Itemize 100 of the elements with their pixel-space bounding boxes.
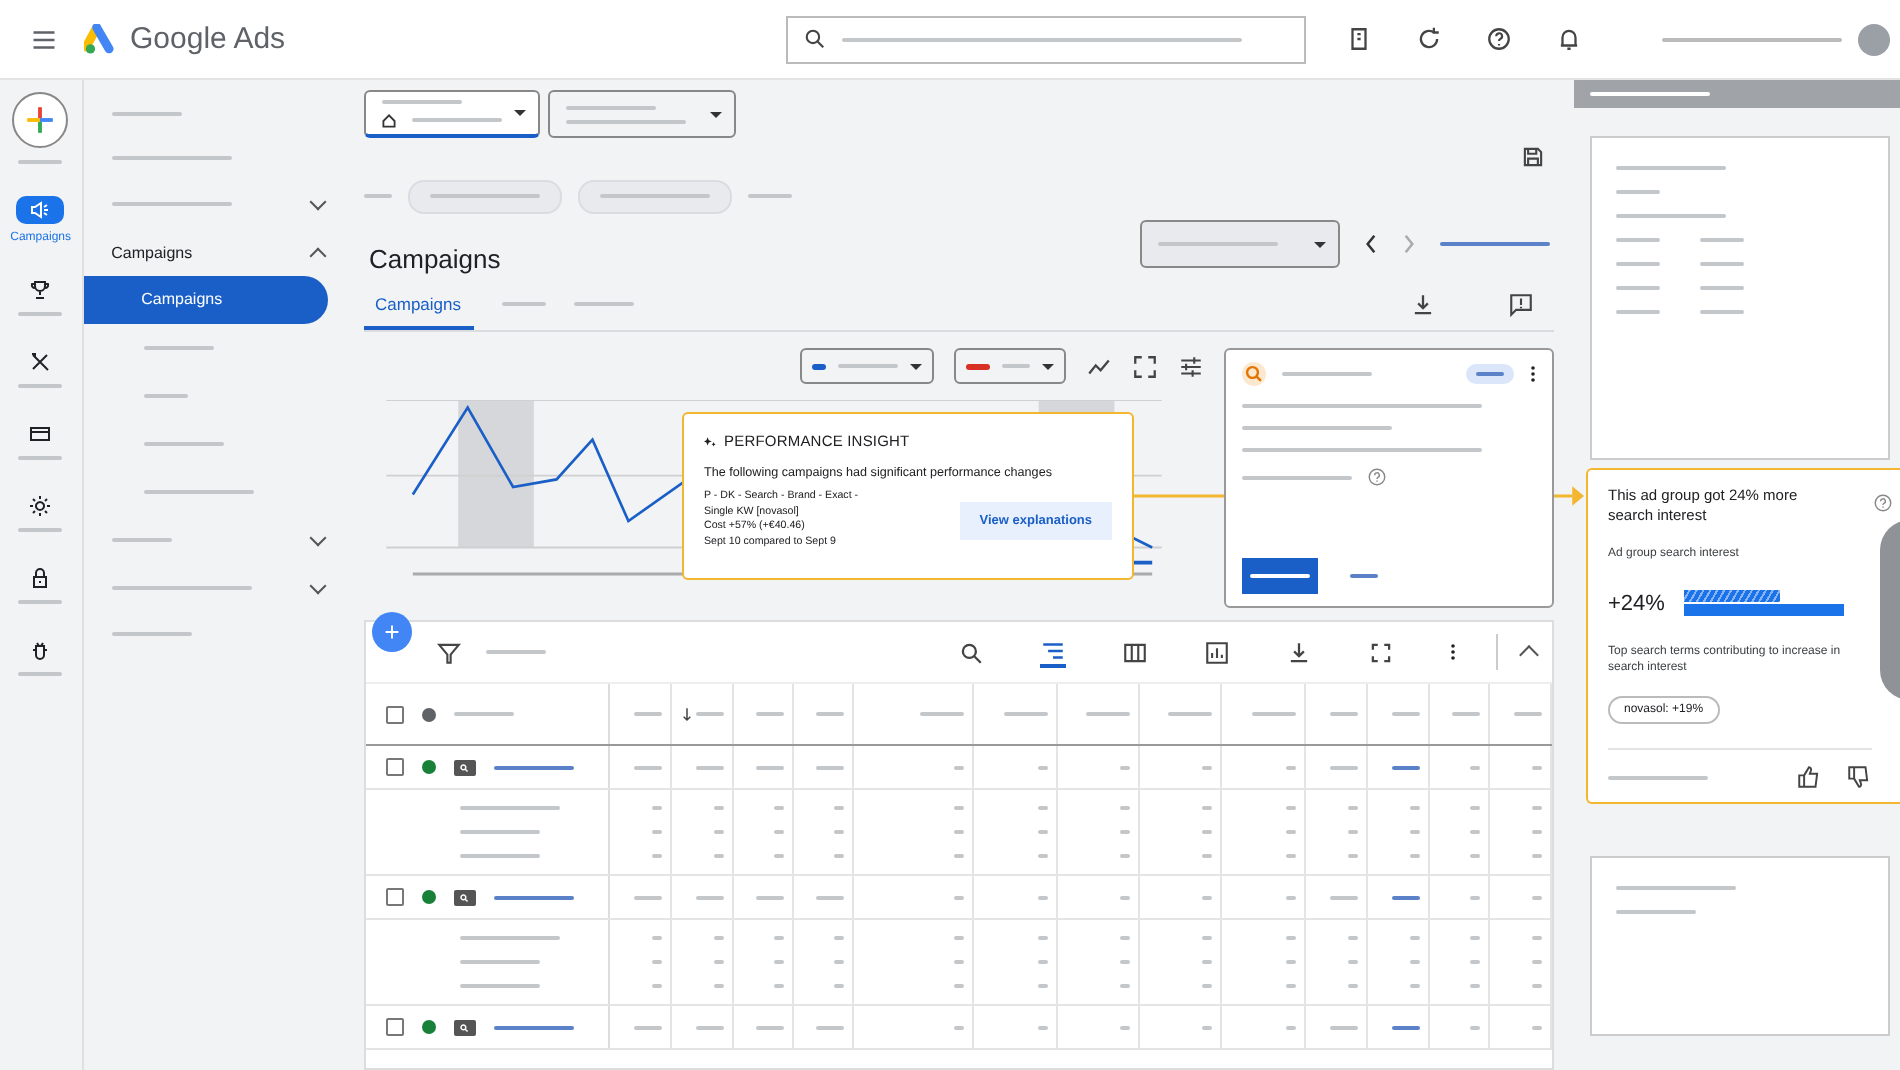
sort-arrow-icon[interactable]	[681, 707, 691, 721]
placeholder-line	[18, 600, 63, 604]
page-title: Campaigns	[369, 244, 503, 274]
placeholder-line	[1469, 895, 1479, 899]
placeholder-line	[815, 895, 843, 899]
placeholder-line	[1241, 475, 1351, 479]
placeholder-line	[815, 1025, 843, 1029]
more-icon[interactable]	[1529, 364, 1535, 384]
placeholder-line	[1251, 712, 1295, 716]
placeholder-line	[1349, 574, 1377, 578]
apply-button[interactable]	[1241, 558, 1317, 594]
status-pill	[1465, 364, 1513, 384]
placeholder-line	[1037, 765, 1047, 769]
placeholder-line	[18, 384, 63, 388]
placeholder-line	[1439, 242, 1549, 246]
building-icon[interactable]	[1345, 26, 1372, 52]
placeholder-line	[18, 456, 63, 460]
nav-item[interactable]: Campaigns	[83, 276, 328, 324]
placeholder-line	[111, 586, 252, 590]
placeholder-line	[1531, 895, 1541, 899]
date-range-dropdown[interactable]	[1139, 220, 1339, 268]
placeholder-line	[1451, 712, 1479, 716]
placeholder-line	[755, 765, 783, 769]
thumbs-up-icon[interactable]	[1796, 764, 1822, 790]
metric-value: +24%	[1608, 591, 1665, 615]
nav-group-label[interactable]: Campaigns	[111, 243, 193, 261]
save-icon[interactable]	[1519, 144, 1545, 170]
placeholder-line	[18, 312, 63, 316]
placeholder-line	[1329, 712, 1357, 716]
menu-icon[interactable]	[32, 29, 56, 49]
placeholder-line	[363, 194, 391, 198]
placeholder-line	[1119, 1025, 1129, 1029]
placeholder-line	[18, 672, 63, 676]
report-icon[interactable]	[1203, 639, 1229, 665]
placeholder-line	[1391, 712, 1419, 716]
placeholder-line	[953, 1025, 963, 1029]
placeholder-line	[111, 156, 232, 160]
more-icon[interactable]	[1449, 642, 1455, 662]
placeholder-line	[493, 895, 573, 899]
placeholder-line	[1469, 765, 1479, 769]
placeholder-line	[1285, 1025, 1295, 1029]
search-icon	[1241, 362, 1265, 386]
placeholder-line	[111, 202, 232, 206]
placeholder-line	[1531, 765, 1541, 769]
plus-icon	[24, 104, 57, 136]
filter-icon[interactable]	[435, 639, 461, 665]
search-field[interactable]	[785, 15, 1306, 63]
columns-icon[interactable]	[1121, 639, 1147, 665]
expand-icon[interactable]	[1367, 639, 1393, 665]
placeholder-line	[1329, 895, 1357, 899]
placeholder-line	[919, 712, 963, 716]
placeholder-line	[143, 346, 214, 350]
placeholder-line	[143, 394, 188, 398]
checkbox[interactable]	[385, 705, 403, 723]
refresh-icon[interactable]	[1415, 26, 1442, 52]
feedback-icon[interactable]	[1507, 291, 1533, 317]
checkbox[interactable]	[385, 888, 403, 906]
avatar-icon[interactable]	[1857, 23, 1890, 55]
placeholder-line	[633, 1025, 661, 1029]
create-button[interactable]	[12, 92, 69, 148]
placeholder-line	[485, 650, 545, 654]
placeholder-line	[695, 895, 723, 899]
search-icon[interactable]	[957, 639, 983, 665]
checkbox[interactable]	[385, 1018, 403, 1036]
help-icon[interactable]	[1485, 26, 1512, 52]
campaigns-icon[interactable]	[16, 196, 65, 224]
home-icon	[381, 113, 395, 127]
placeholder-line	[1201, 895, 1211, 899]
placeholder-line	[1531, 1025, 1541, 1029]
filter-dropdown[interactable]	[547, 90, 735, 138]
search-campaign-icon	[453, 889, 475, 905]
metric-dropdown[interactable]	[953, 348, 1065, 384]
bell-icon[interactable]	[1555, 26, 1582, 52]
expand-icon[interactable]	[1131, 353, 1157, 379]
product-name: Google Ads	[130, 22, 286, 56]
thumbs-down-icon[interactable]	[1846, 764, 1872, 790]
placeholder-line	[1391, 1025, 1419, 1029]
plus-icon	[383, 624, 399, 640]
placeholder-line	[493, 1025, 573, 1029]
account-dropdown[interactable]	[363, 90, 539, 138]
sliders-icon[interactable]	[1177, 353, 1203, 379]
placeholder-line	[695, 765, 723, 769]
placeholder-line	[755, 895, 783, 899]
download-icon[interactable]	[1285, 639, 1311, 665]
segment-icon[interactable]	[1039, 637, 1065, 667]
placeholder-line	[1119, 895, 1129, 899]
placeholder-line	[1285, 765, 1295, 769]
placeholder-line	[1167, 712, 1211, 716]
placeholder-line	[633, 765, 661, 769]
placeholder-line	[1391, 895, 1419, 899]
placeholder-line	[143, 442, 224, 446]
tab[interactable]: Campaigns	[363, 278, 473, 330]
placeholder-line	[1281, 372, 1371, 376]
placeholder-line	[1391, 765, 1419, 769]
placeholder-line	[695, 712, 723, 716]
download-icon[interactable]	[1409, 291, 1435, 317]
placeholder-line	[18, 160, 63, 164]
checkbox[interactable]	[385, 758, 403, 776]
placeholder-line	[1119, 765, 1129, 769]
metric-dropdown[interactable]	[799, 348, 933, 384]
